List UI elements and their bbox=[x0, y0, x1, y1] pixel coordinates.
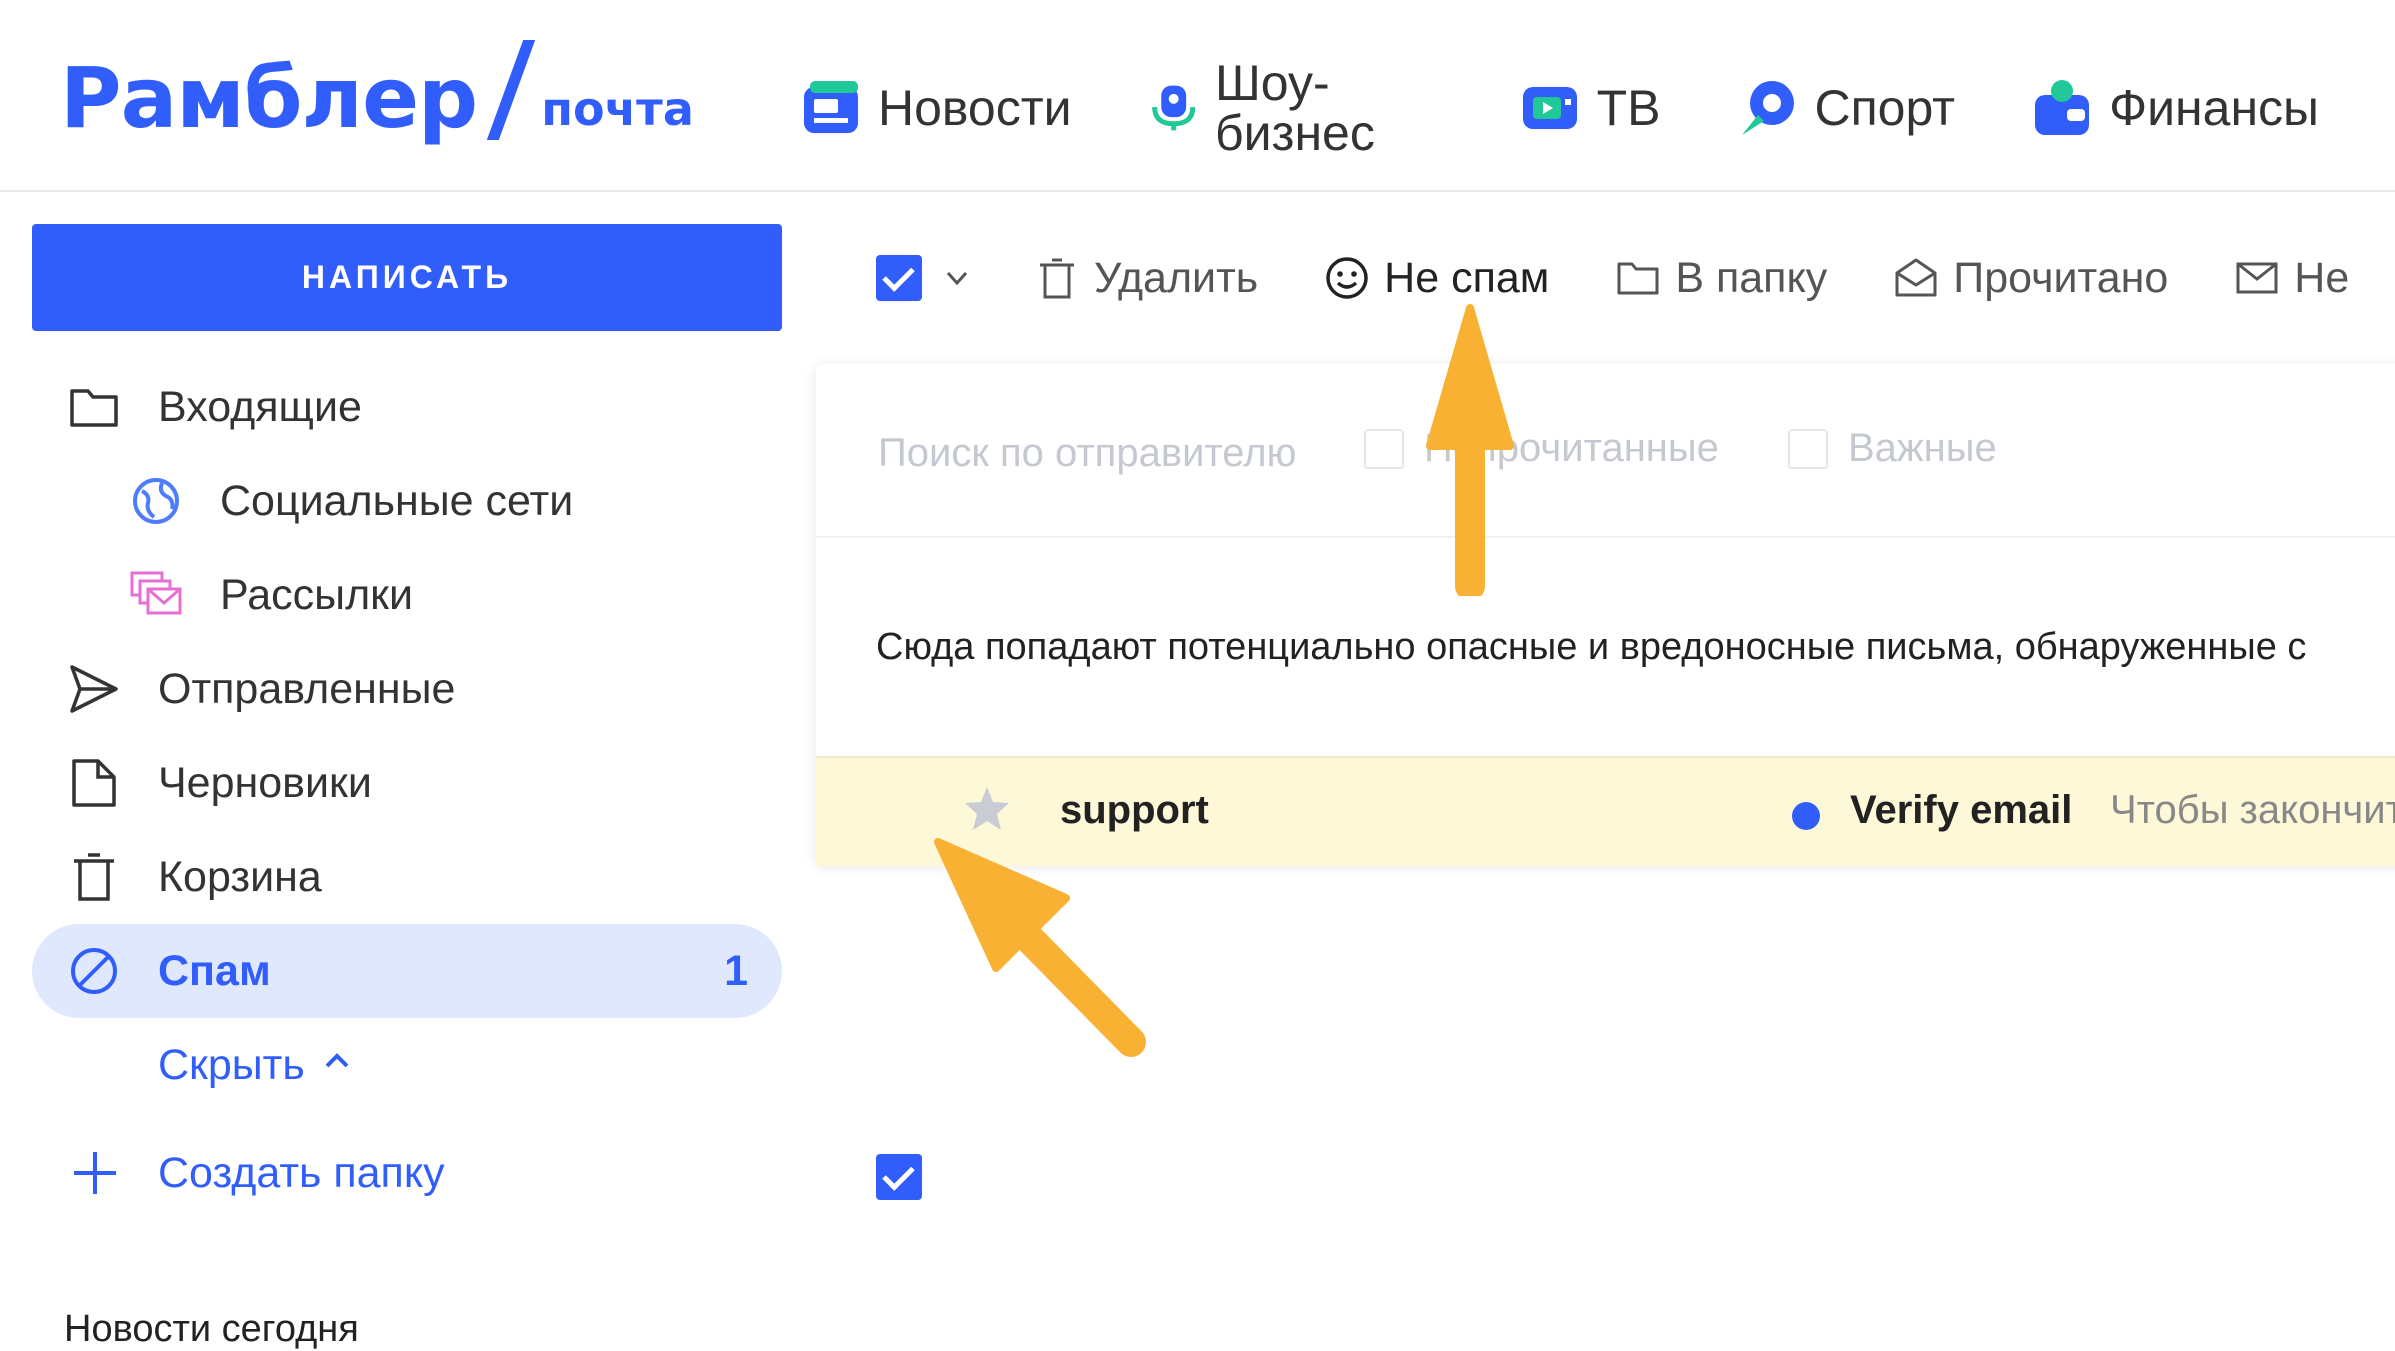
topnav-showbiz[interactable]: Шоу-бизнес bbox=[1148, 58, 1443, 158]
folder-inbox-label: Входящие bbox=[158, 382, 362, 431]
mark-read-button[interactable]: Прочитано bbox=[1893, 254, 2168, 303]
trash-icon bbox=[74, 853, 114, 901]
mark-unread-label: Не bbox=[2294, 253, 2350, 302]
select-all-checkbox[interactable] bbox=[876, 255, 922, 301]
folder-icon bbox=[70, 389, 118, 427]
mail-toolbar: Удалить Не спам В папку Прочитано Не bbox=[876, 248, 2349, 308]
trash-icon bbox=[1040, 258, 1074, 299]
draft-icon bbox=[72, 759, 116, 807]
folder-drafts-label: Черновики bbox=[158, 758, 372, 807]
sport-icon bbox=[1742, 81, 1795, 135]
header: Рамблер почта Новости Шоу-бизнес ТВ Спор… bbox=[0, 0, 2395, 192]
delete-button[interactable]: Удалить bbox=[1034, 254, 1258, 303]
topnav-sport[interactable]: Спорт bbox=[1736, 58, 1955, 158]
annotation-arrow-diagonal bbox=[934, 838, 1146, 1057]
smiley-icon bbox=[1326, 257, 1368, 299]
logo-main-text: Рамблер bbox=[60, 49, 478, 147]
topnav-news-label: Новости bbox=[878, 80, 1072, 136]
annotation-arrow-up bbox=[1426, 304, 1514, 596]
sender-search-input[interactable] bbox=[876, 422, 1320, 484]
rambler-mail-logo[interactable]: Рамблер почта bbox=[60, 40, 694, 140]
unread-indicator[interactable] bbox=[1792, 802, 1820, 830]
create-folder-link[interactable]: Создать папку bbox=[32, 1126, 782, 1220]
plus-icon bbox=[74, 1152, 116, 1194]
folder-list: Входящие Социальные сети Рассылки Отправ… bbox=[32, 360, 782, 1220]
logo-slash bbox=[472, 40, 550, 140]
spam-count-badge: 1 bbox=[724, 946, 748, 995]
folder-newsletters[interactable]: Рассылки bbox=[32, 548, 782, 642]
finance-icon bbox=[2035, 80, 2090, 135]
folder-spam[interactable]: Спам 1 bbox=[32, 924, 782, 1018]
message-preview: Чтобы закончит bbox=[2110, 788, 2395, 832]
folder-icon bbox=[1617, 262, 1659, 295]
topnav-showbiz-label: Шоу-бизнес bbox=[1214, 55, 1375, 161]
folder-drafts[interactable]: Черновики bbox=[32, 736, 782, 830]
topnav-sport-label: Спорт bbox=[1814, 80, 1956, 136]
newsletter-icon bbox=[130, 571, 182, 615]
spam-folder-notice: Сюда попадают потенциально опасные и вре… bbox=[876, 626, 2307, 668]
compose-button[interactable]: НАПИСАТЬ bbox=[32, 224, 782, 331]
folder-trash[interactable]: Корзина bbox=[32, 830, 782, 924]
move-to-folder-button[interactable]: В папку bbox=[1615, 254, 1827, 303]
send-icon bbox=[70, 665, 118, 713]
news-icon bbox=[804, 81, 858, 133]
spam-icon bbox=[71, 948, 117, 994]
tv-icon bbox=[1522, 87, 1577, 129]
envelope-icon bbox=[2236, 262, 2278, 294]
message-subject: Verify email bbox=[1850, 788, 2073, 832]
chevron-up-icon bbox=[325, 1053, 349, 1068]
important-filter-checkbox[interactable] bbox=[1788, 428, 1828, 469]
hide-folders-link[interactable]: Скрыть bbox=[32, 1018, 782, 1112]
delete-label: Удалить bbox=[1094, 253, 1259, 302]
unread-filter[interactable]: Непрочитанные bbox=[1364, 426, 1719, 471]
message-list-panel: Непрочитанные Важные Сюда попадают потен… bbox=[816, 364, 2395, 1200]
top-navigation: Новости Шоу-бизнес ТВ Спорт Финансы bbox=[800, 58, 2395, 158]
filter-bar: Непрочитанные Важные bbox=[816, 364, 2395, 538]
chevron-down-icon[interactable] bbox=[942, 263, 972, 293]
folder-social-label: Социальные сети bbox=[220, 476, 574, 525]
folder-sent-label: Отправленные bbox=[158, 664, 456, 713]
topnav-news[interactable]: Новости bbox=[800, 58, 1072, 158]
unread-filter-checkbox[interactable] bbox=[1364, 428, 1404, 469]
topnav-tv[interactable]: ТВ bbox=[1519, 58, 1661, 158]
topnav-finance[interactable]: Финансы bbox=[2031, 58, 2319, 158]
news-today-heading: Новости сегодня bbox=[64, 1308, 359, 1350]
mark-unread-button[interactable]: Не bbox=[2234, 254, 2349, 303]
globe-icon bbox=[133, 478, 179, 524]
open-envelope-icon bbox=[1895, 258, 1937, 297]
showbiz-icon bbox=[1151, 85, 1195, 131]
important-filter-label: Важные bbox=[1848, 426, 1997, 470]
mark-read-label: Прочитано bbox=[1953, 253, 2169, 302]
folder-newsletters-label: Рассылки bbox=[220, 570, 413, 619]
logo-sub-text: почта bbox=[541, 82, 694, 136]
folder-inbox[interactable]: Входящие bbox=[32, 360, 782, 454]
folder-spam-label: Спам bbox=[158, 946, 271, 995]
important-filter[interactable]: Важные bbox=[1788, 426, 1997, 471]
topnav-finance-label: Финансы bbox=[2109, 80, 2319, 136]
folder-sent[interactable]: Отправленные bbox=[32, 642, 782, 736]
message-checkbox[interactable] bbox=[876, 1154, 922, 1200]
folder-social[interactable]: Социальные сети bbox=[32, 454, 782, 548]
hide-folders-label: Скрыть bbox=[158, 1040, 305, 1089]
message-sender: support bbox=[1060, 788, 1209, 832]
star-icon[interactable] bbox=[962, 784, 1012, 834]
topnav-tv-label: ТВ bbox=[1596, 80, 1661, 136]
create-folder-label: Создать папку bbox=[158, 1148, 445, 1197]
folder-trash-label: Корзина bbox=[158, 852, 322, 901]
move-to-folder-label: В папку bbox=[1675, 253, 1828, 302]
